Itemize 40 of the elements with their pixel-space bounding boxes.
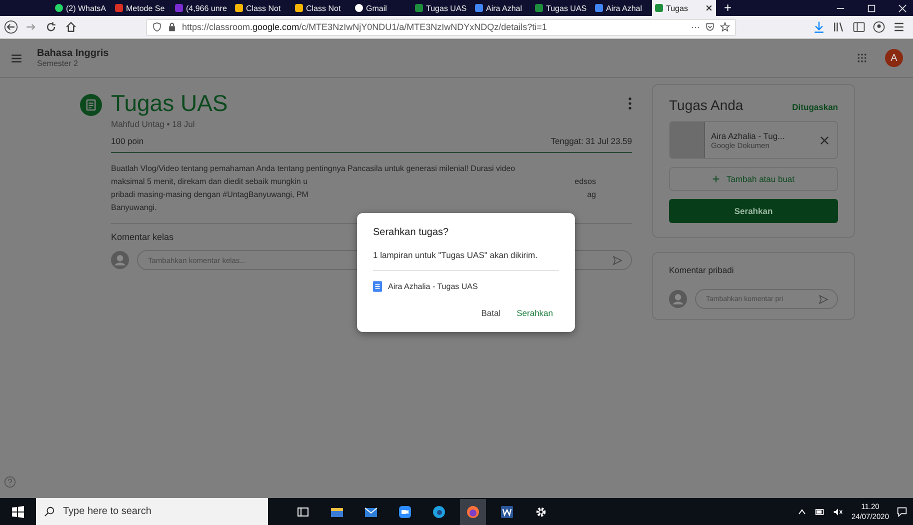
browser-tab[interactable]: Gmail	[352, 0, 410, 16]
browser-tab[interactable]: (2) WhatsA	[52, 0, 110, 16]
confirm-submit-button[interactable]: Serahkan	[510, 304, 559, 322]
url-text: https://classroom.google.com/c/MTE3NzIwNjY0NDU1/a/MTE3NzIwNDYxNDQz/details?ti=1	[182, 22, 548, 32]
browser-tab[interactable]: Metode Se	[112, 0, 170, 16]
address-bar[interactable]: https://classroom.google.com/c/MTE3NzIwNjY0NDU1/a/MTE3NzIwNDYxNDQz/details?ti=1 ···	[146, 18, 736, 36]
points-label: 100 poin	[111, 136, 144, 146]
attachment-name: Aira Azhalia - Tug...	[711, 130, 786, 140]
browser-tab[interactable]: (4,966 unre	[172, 0, 230, 16]
attachment-name: Aira Azhalia - Tugas UAS	[388, 282, 478, 291]
description-text: maksimal 5 menit, direkam dan diedit sebaik mungkin u	[111, 176, 308, 188]
description-text: ag	[587, 189, 596, 201]
class-comments-label: Komentar kelas	[111, 232, 174, 242]
status-label: Ditugaskan	[792, 102, 838, 112]
account-avatar[interactable]: A	[885, 49, 903, 67]
dialog-title: Serahkan tugas?	[373, 227, 450, 238]
assignment-title: Tugas UAS	[111, 90, 228, 117]
description-text: Buatlah Vlog/Video tentang pemahaman Anda tentang pentingnya Pancasila untuk generasi milenial! Durasi video	[111, 163, 516, 175]
browser-tab[interactable]: Aira Azhal	[472, 0, 530, 16]
browser-tab[interactable]: Class Not	[232, 0, 290, 16]
description-text: edsos	[574, 176, 596, 188]
taskbar-search-field[interactable]: Type here to search	[36, 498, 268, 525]
your-work-title: Tugas Anda	[669, 97, 744, 113]
due-date: Tenggat: 31 Jul 23.59	[550, 136, 632, 146]
browser-tab[interactable]: Tugas	[652, 0, 716, 16]
browser-tab[interactable]: Aira Azhal	[592, 0, 650, 16]
private-comments-label: Komentar pribadi	[669, 265, 735, 275]
new-tab-button[interactable]: +	[718, 0, 738, 16]
class-subtitle: Semester 2	[37, 59, 79, 68]
submit-button[interactable]: Serahkan	[669, 199, 838, 223]
cancel-button[interactable]: Batal	[475, 304, 507, 322]
browser-tab[interactable]: Tugas UAS	[532, 0, 590, 16]
author-date: Mahfud Untag • 18 Jul	[111, 119, 196, 129]
description-text: pribadi masing-masing dengan #UntagBanyuwangi, PM	[111, 189, 308, 201]
browser-tab[interactable]: Tugas UAS	[412, 0, 470, 16]
browser-tab[interactable]: Class Not	[292, 0, 350, 16]
page-actions-menu[interactable]: ···	[691, 22, 700, 32]
description-text: Banyuwangi.	[111, 202, 157, 214]
dialog-message: 1 lampiran untuk "Tugas UAS" akan dikirim.	[373, 250, 538, 260]
class-title[interactable]: Bahasa Inggris	[37, 48, 843, 59]
